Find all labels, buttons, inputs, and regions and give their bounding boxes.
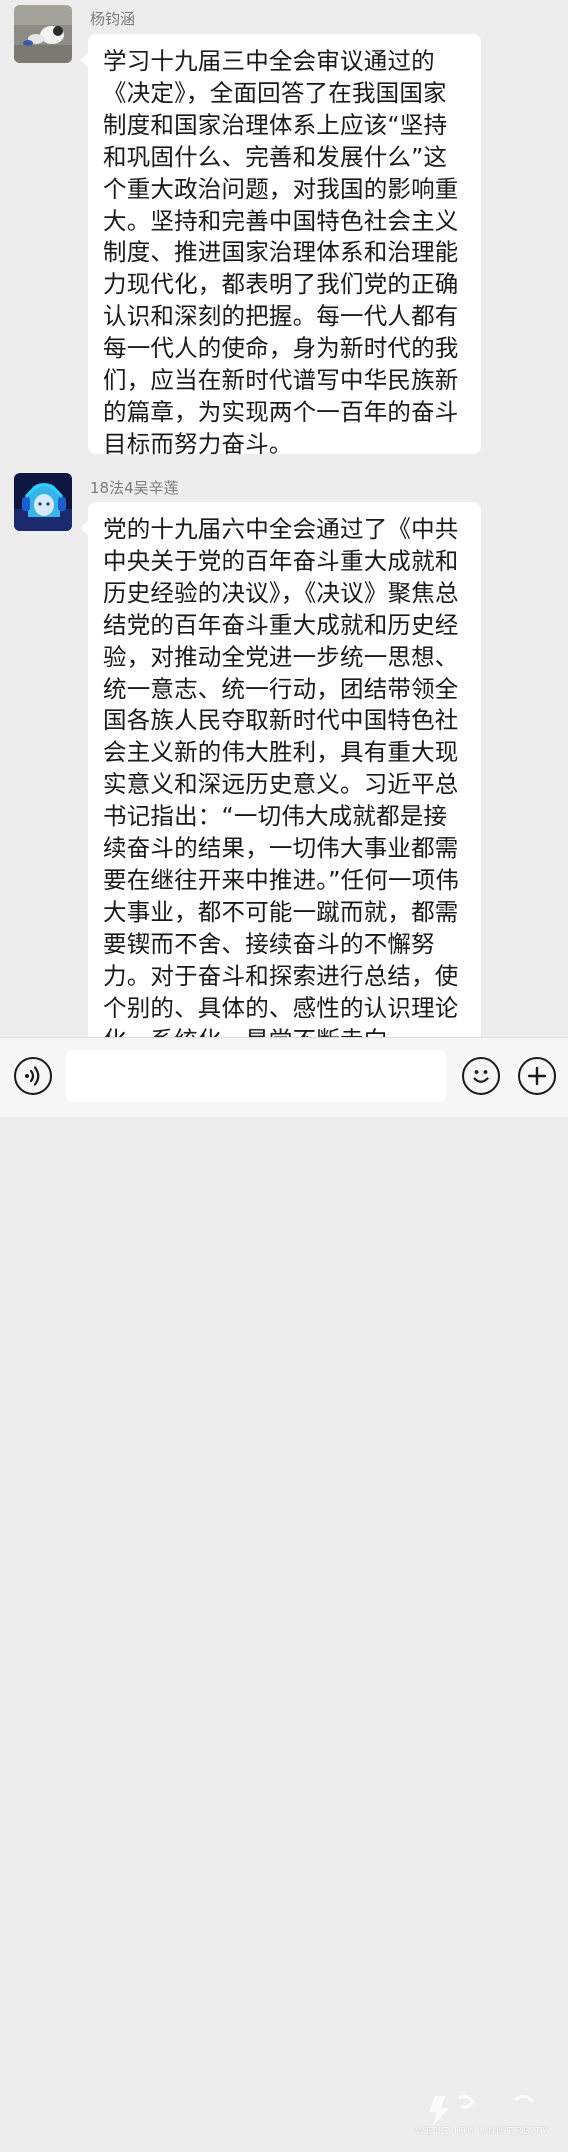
anime-headphone-avatar-icon <box>14 473 72 531</box>
message-bubble[interactable]: 党的十九届六中全会通过了《中共中央关于党的百年奋斗重大成就和历史经验的决议》，《… <box>80 502 481 1037</box>
emoji-button[interactable] <box>462 1057 500 1095</box>
university-watermark: WENZHOU UNIVERSITY <box>415 2088 565 2152</box>
message-text: 党的十九届六中全会通过了《中共中央关于党的百年奋斗重大成就和历史经验的决议》，《… <box>103 515 460 1037</box>
message-bubble[interactable]: 学习十九届三中全会审议通过的《决定》，全面回答了在我国国家制度和国家治理体系上应… <box>80 34 481 458</box>
message-text: 学习十九届三中全会审议通过的《决定》，全面回答了在我国国家制度和国家治理体系上应… <box>103 47 459 458</box>
photo-avatar-icon <box>14 5 72 63</box>
watermark-text: WENZHOU UNIVERSITY <box>415 2126 549 2137</box>
watermark-logo-icon <box>429 2095 535 2126</box>
voice-icon <box>25 1066 40 1086</box>
plus-icon <box>527 1066 547 1086</box>
chat-input-bar: WENZHOU UNIVERSITY <box>0 1037 568 2137</box>
message-input[interactable] <box>66 1050 446 1102</box>
avatar[interactable] <box>14 473 72 531</box>
sender-name: 18法4吴辛莲 <box>90 479 179 497</box>
chat-message-list[interactable]: 杨钧涵 学习十九届三中全会审议通过的《决定》，全面回答了在我国国家制度和国家治理… <box>0 0 568 1037</box>
voice-button[interactable] <box>14 1057 52 1095</box>
more-button[interactable] <box>518 1057 556 1095</box>
sender-name: 杨钧涵 <box>90 10 136 28</box>
emoji-icon <box>473 1070 489 1083</box>
avatar[interactable] <box>14 5 72 63</box>
